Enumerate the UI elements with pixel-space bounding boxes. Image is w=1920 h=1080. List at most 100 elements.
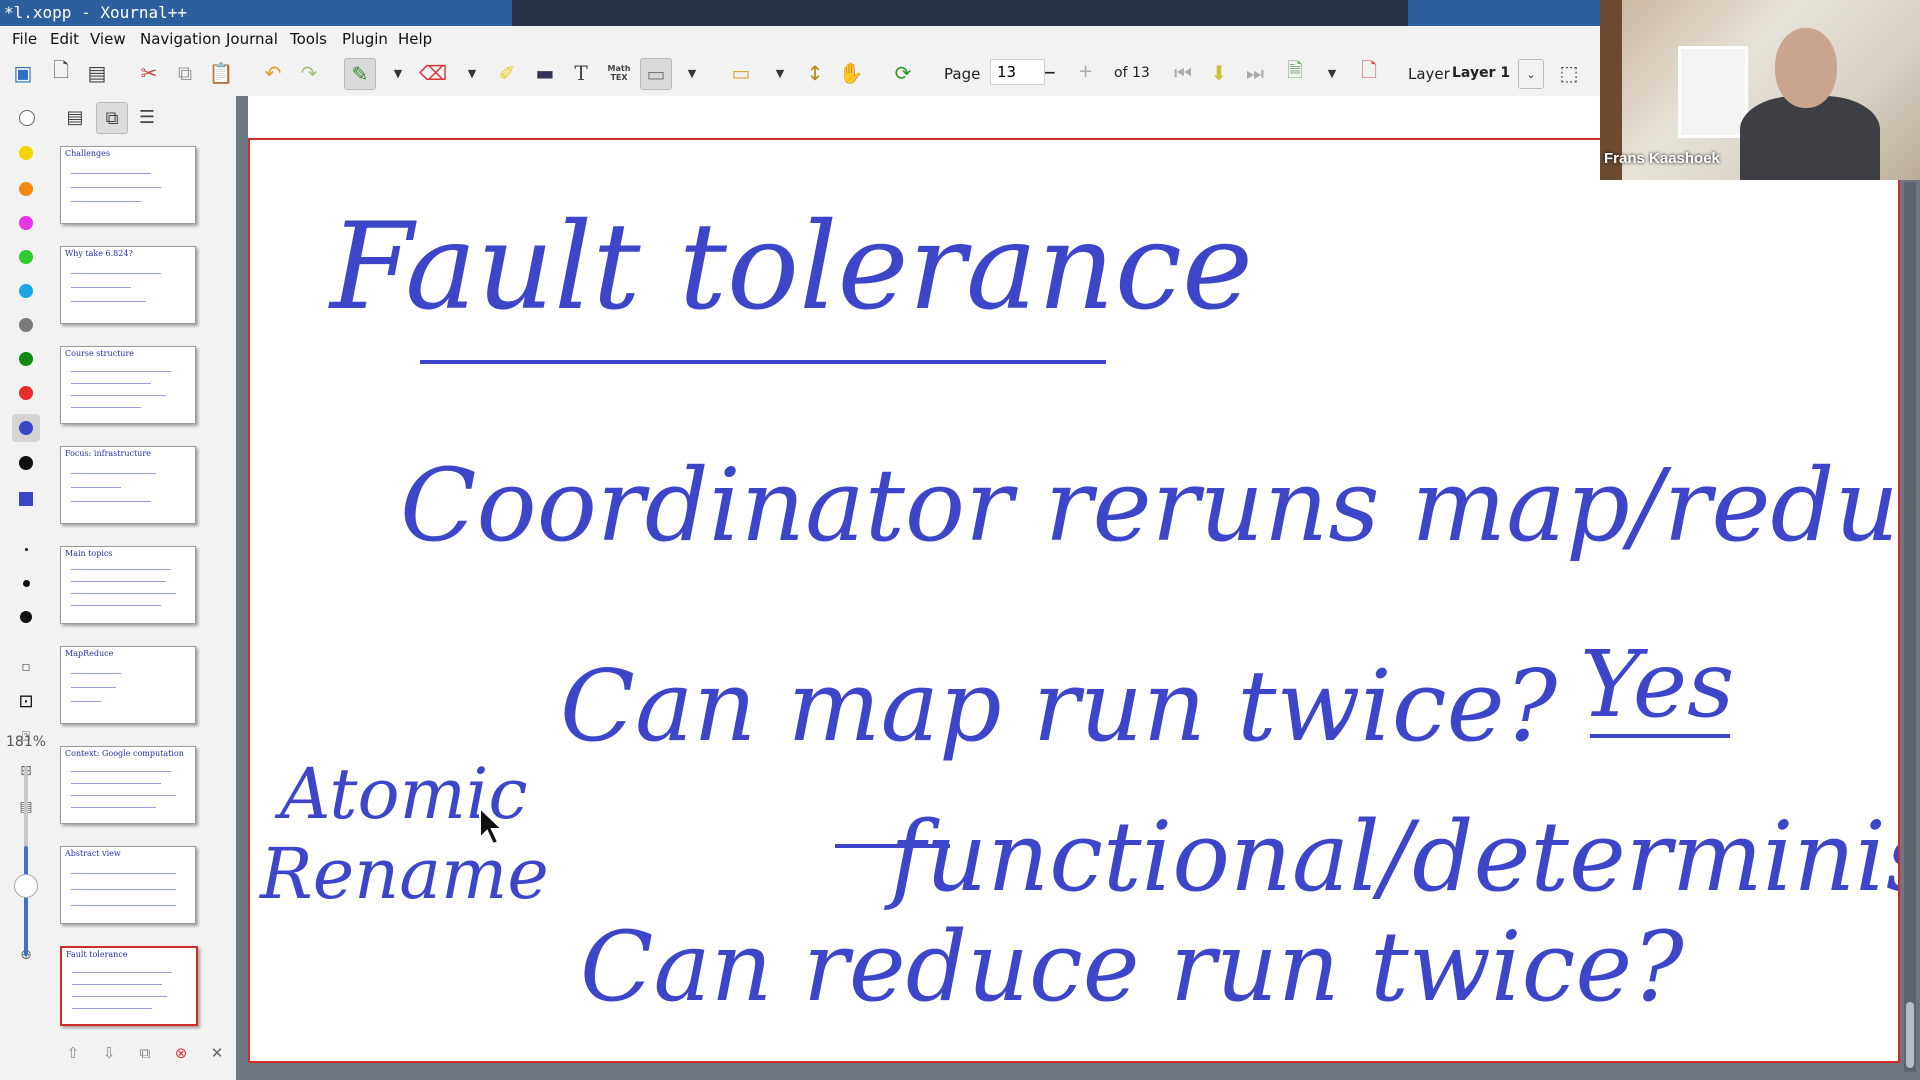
layer-select[interactable]: Layer 1 [1452, 65, 1510, 81]
open-icon[interactable]: ▤ [82, 58, 112, 88]
page-thumbnail[interactable]: Context: Google computation [60, 746, 196, 824]
paste-icon[interactable]: 📋 [206, 58, 236, 88]
thumbnail-title: Focus: infrastructure [65, 449, 151, 458]
undo-icon[interactable]: ↶ [258, 58, 288, 88]
page-thumbnail[interactable]: MapReduce [60, 646, 196, 724]
first-page-icon[interactable]: ⏮ [1168, 58, 1198, 88]
math-tex-icon[interactable]: Math TEX [604, 58, 634, 88]
page-number-input[interactable]: 13 [990, 59, 1045, 85]
page-increment-icon[interactable]: + [1078, 61, 1093, 82]
delete-page-icon[interactable]: ⊗ [166, 1038, 196, 1068]
color-black[interactable] [19, 456, 33, 470]
thickness-thick-icon[interactable] [20, 611, 32, 623]
zoom-slider-fill [24, 846, 28, 956]
refresh-icon[interactable]: ⟳ [888, 58, 918, 88]
new-document-icon[interactable]: 🗋 [46, 58, 76, 88]
thumbnail-title: Abstract view [65, 849, 121, 858]
cut-icon[interactable]: ✂ [134, 58, 164, 88]
text-tool-icon[interactable]: T [566, 58, 596, 88]
last-page-icon[interactable]: ⏭ [1240, 58, 1270, 88]
color-orange[interactable] [19, 182, 33, 196]
thumbnail-title: Fault tolerance [66, 950, 128, 959]
participant-name: Frans Kaashoek [1604, 150, 1720, 167]
page-thumbnail[interactable]: Course structure [60, 346, 196, 424]
page-thumbnail[interactable]: Why take 6.824? [60, 246, 196, 324]
color-green[interactable] [19, 250, 33, 264]
menu-edit[interactable]: Edit [50, 30, 79, 48]
thickness-medium-icon[interactable] [23, 580, 30, 587]
menu-plugin[interactable]: Plugin [342, 30, 388, 48]
pages-icon[interactable]: ▫ [14, 656, 38, 678]
menu-bar: File Edit View Navigation Journal Tools … [0, 26, 1600, 52]
close-panel-icon[interactable]: ✕ [202, 1038, 232, 1068]
highlighter-tool-icon[interactable]: ✐ [492, 58, 522, 88]
page-thumbnail[interactable]: Challenges [60, 146, 196, 224]
color-yellow[interactable] [19, 146, 33, 160]
outline-tab-icon[interactable]: ▤ [60, 102, 90, 132]
save-icon[interactable]: ▣ [8, 58, 38, 88]
redo-icon[interactable]: ↷ [294, 58, 324, 88]
page-thumbnail-current[interactable]: Fault tolerance [60, 946, 198, 1026]
custom-color-swatch[interactable] [19, 492, 33, 506]
title-bar: *l.xopp - Xournal++ [0, 0, 1600, 26]
menu-help[interactable]: Help [398, 30, 432, 48]
copy-icon[interactable]: ⧉ [170, 58, 200, 88]
title-bar-drag-area[interactable] [512, 0, 1408, 26]
note-line-2: Can map run twice? [560, 650, 1559, 764]
thumbnail-title: MapReduce [65, 649, 114, 658]
color-magenta[interactable] [19, 216, 33, 230]
menu-file[interactable]: File [12, 30, 37, 48]
zoom-slider-knob[interactable] [14, 874, 38, 898]
page-thumbnail[interactable]: Abstract view [60, 846, 196, 924]
select-rectangle-icon[interactable]: ▭ [726, 58, 756, 88]
add-page-icon[interactable]: 🗎 [1280, 58, 1310, 88]
color-white[interactable] [19, 110, 35, 126]
add-page-dropdown-icon[interactable]: ▼ [1324, 58, 1340, 88]
move-page-up-icon[interactable]: ⇧ [58, 1038, 88, 1068]
hand-tool-icon[interactable]: ✋ [836, 58, 866, 88]
image-tool-icon[interactable]: ▬ [530, 58, 560, 88]
copy-page-icon[interactable]: ⧉ [130, 1038, 160, 1068]
eraser-tool-icon[interactable]: ⌫ [418, 58, 448, 88]
menu-navigation[interactable]: Navigation [140, 30, 221, 48]
select-options-dropdown-icon[interactable]: ▼ [772, 58, 788, 88]
document-canvas[interactable]: Fault tolerance Coordinator reruns map/r… [236, 96, 1920, 1080]
thumbnail-title: Challenges [65, 149, 111, 158]
webcam-overlay: Frans Kaashoek [1600, 0, 1920, 180]
menu-view[interactable]: View [90, 30, 126, 48]
shape-options-dropdown-icon[interactable]: ▼ [684, 58, 700, 88]
color-gray[interactable] [19, 318, 33, 332]
eraser-options-dropdown-icon[interactable]: ▼ [464, 58, 480, 88]
vertical-scrollbar[interactable] [1904, 182, 1916, 1072]
color-blue[interactable] [19, 421, 33, 435]
delete-page-icon[interactable]: 🗋 [1354, 58, 1384, 88]
vertical-space-icon[interactable]: ↕ [800, 58, 830, 88]
pen-options-dropdown-icon[interactable]: ▼ [390, 58, 406, 88]
note-title: Fault tolerance [328, 198, 1253, 337]
webcam-person-head [1775, 28, 1837, 108]
layers-tab-icon[interactable]: ☰ [132, 102, 162, 132]
go-down-icon[interactable]: ⬇ [1204, 58, 1234, 88]
mouse-cursor-icon [479, 806, 504, 846]
page-label: Page [944, 65, 981, 83]
menu-journal[interactable]: Journal [226, 30, 278, 48]
color-red[interactable] [19, 386, 33, 400]
pages-tab-icon[interactable]: ⧉ [96, 102, 128, 134]
shape-recognizer-icon[interactable]: ▭ [640, 58, 672, 90]
zoom-slider[interactable] [24, 766, 28, 956]
vertical-scrollbar-thumb[interactable] [1906, 1002, 1914, 1068]
color-dark-green[interactable] [19, 352, 33, 366]
presentation-icon[interactable]: ⊡ [14, 690, 38, 712]
pen-tool-icon[interactable]: ✎ [344, 58, 376, 90]
math-tex-label-bottom: TEX [610, 73, 628, 82]
fullscreen-icon[interactable]: ⬚ [1554, 58, 1584, 88]
thickness-fine-icon[interactable] [25, 548, 28, 551]
page-thumbnail[interactable]: Main topics [60, 546, 196, 624]
current-page[interactable]: Fault tolerance Coordinator reruns map/r… [248, 138, 1900, 1063]
thumbnail-title: Course structure [65, 349, 134, 358]
color-cyan[interactable] [19, 284, 33, 298]
move-page-down-icon[interactable]: ⇩ [94, 1038, 124, 1068]
page-thumbnail[interactable]: Focus: infrastructure [60, 446, 196, 524]
layer-dropdown-icon[interactable]: ⌄ [1518, 59, 1544, 89]
menu-tools[interactable]: Tools [290, 30, 327, 48]
